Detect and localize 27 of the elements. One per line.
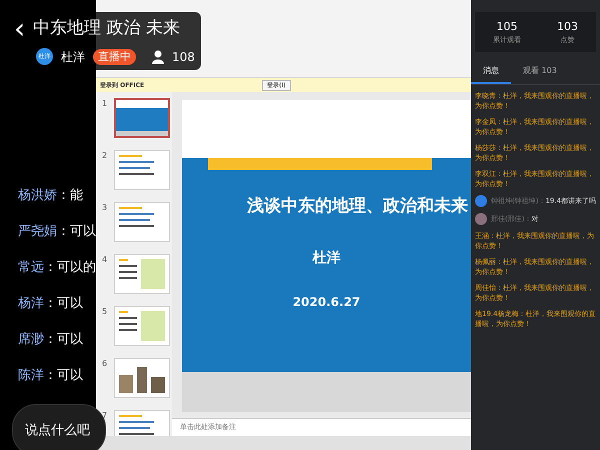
live-badge: 直播中 — [93, 48, 136, 64]
viewer-count: 108 — [172, 48, 195, 66]
slide-number: 6 — [102, 358, 108, 370]
person-icon — [152, 50, 164, 64]
comment-text: 杨洋：可以 — [18, 295, 84, 313]
chat-tab[interactable]: 消息 — [471, 60, 511, 84]
stream-title: 中东地理 政治 未来 — [33, 17, 180, 40]
slide-number: 1 — [102, 98, 108, 110]
slide-author: 杜洋 — [312, 248, 340, 268]
slide-thumbnail[interactable] — [114, 98, 170, 138]
slide-number: 5 — [102, 306, 108, 318]
slide-number: 3 — [102, 202, 108, 214]
chat-tab[interactable]: 观看 103 — [511, 60, 569, 84]
slide-title: 浅谈中东的地理、政治和未来 — [247, 195, 468, 218]
comment-text: 席渺：可以 — [18, 331, 84, 349]
slide-number: 4 — [102, 254, 108, 266]
comment-text: 陈洋：可以 — [18, 367, 84, 385]
comment-text: 杨洪娇：能 — [18, 187, 84, 205]
comment-text: 常远：可以的 — [18, 259, 96, 277]
stat-value: 105 — [496, 18, 518, 34]
comment-text: 严尧娟：可以 — [18, 223, 96, 241]
slide-number: 2 — [102, 150, 108, 162]
slide-date: 2020.6.27 — [292, 294, 360, 310]
host-name: 杜洋 — [61, 48, 85, 66]
stat-value: 103 — [557, 18, 578, 34]
back-button[interactable]: ‹ — [14, 16, 26, 41]
slide-number: 7 — [102, 410, 108, 422]
